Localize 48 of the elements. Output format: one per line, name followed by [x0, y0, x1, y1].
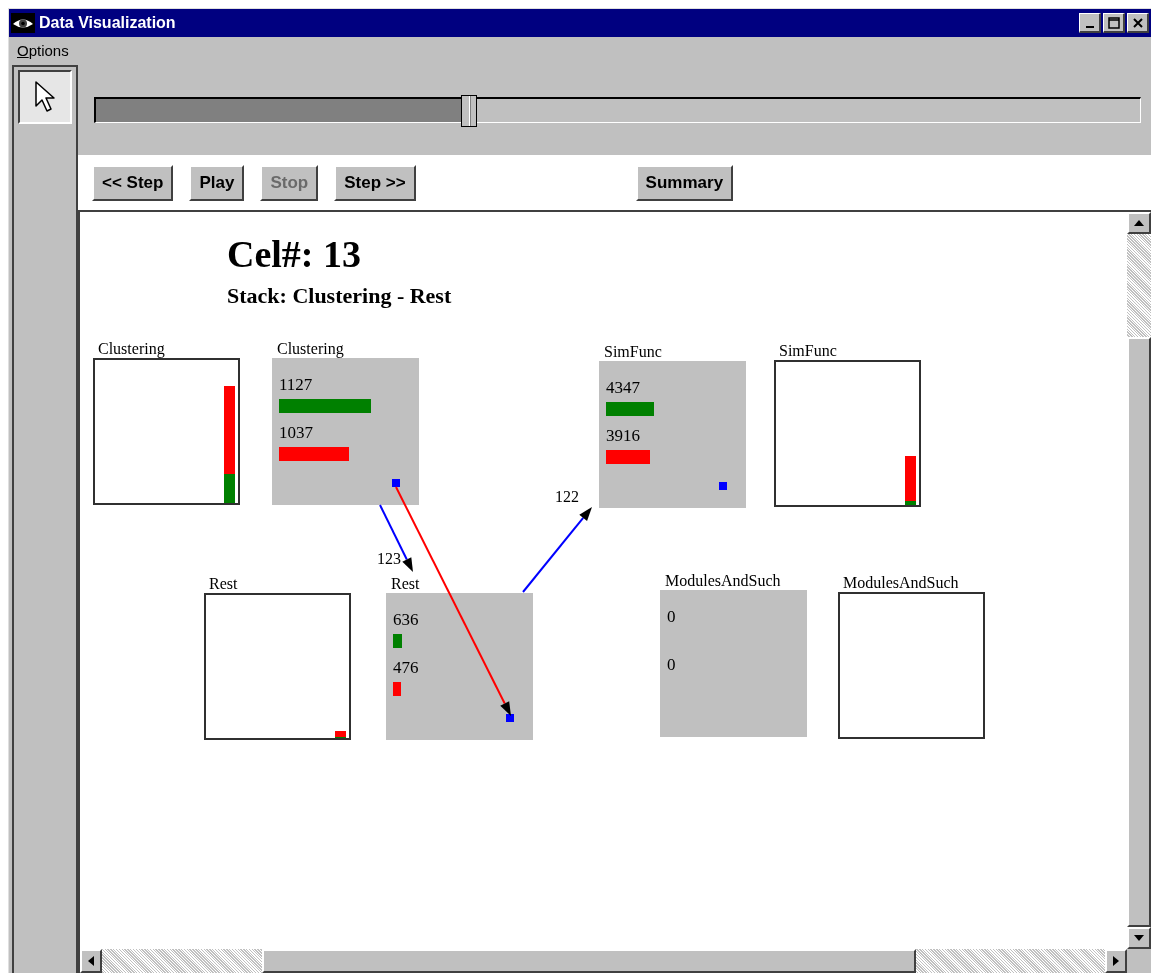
pointer-tool-button[interactable]	[18, 70, 72, 124]
close-button[interactable]	[1127, 13, 1149, 33]
up-arrow-icon	[1134, 220, 1144, 226]
window-title: Data Visualization	[39, 13, 176, 33]
count-value: 1127	[279, 376, 313, 394]
vertical-scrollbar[interactable]	[1127, 212, 1151, 949]
down-arrow-icon	[1134, 935, 1144, 941]
node-label: Rest	[209, 575, 238, 592]
toolbar-button[interactable]: Step >>	[334, 164, 416, 201]
slider-thumb[interactable]	[461, 95, 478, 127]
cel-heading: Cel#: 13	[227, 233, 362, 275]
scrollbar-thumb[interactable]	[1127, 337, 1151, 927]
count-value: 1037	[279, 424, 313, 442]
node-label: SimFunc	[779, 342, 837, 359]
count-value: 636	[393, 611, 419, 629]
minimize-icon	[1085, 25, 1094, 28]
pointer-icon	[34, 80, 56, 114]
scrollbar-thumb[interactable]	[262, 949, 916, 973]
count-value: 4347	[606, 379, 640, 397]
close-icon	[1131, 16, 1144, 29]
menu-item[interactable]: Options	[17, 39, 69, 63]
node-label: ModulesAndSuch	[665, 572, 781, 589]
count-value: 476	[393, 659, 419, 677]
node-label: SimFunc	[604, 343, 662, 360]
node-label: Rest	[391, 575, 420, 592]
toolbar-button[interactable]: Play	[189, 164, 245, 201]
node-label: ModulesAndSuch	[843, 574, 959, 591]
scroll-up-button[interactable]	[1127, 212, 1151, 234]
scroll-left-button[interactable]	[80, 949, 102, 973]
node-label: Clustering	[98, 340, 165, 357]
toolbar-button[interactable]: Summary	[635, 164, 734, 201]
edge-label: 123	[377, 550, 401, 567]
edge-label: 122	[555, 488, 579, 505]
horizontal-scrollbar[interactable]	[80, 949, 1151, 973]
stack-heading: Stack: Clustering - Rest	[227, 284, 452, 308]
maximize-icon	[1107, 16, 1120, 29]
scroll-right-button[interactable]	[1105, 949, 1127, 973]
count-value: 3916	[606, 427, 640, 445]
eye-icon	[11, 13, 35, 33]
scroll-down-button[interactable]	[1127, 927, 1151, 949]
count-value: 0	[667, 656, 676, 674]
node-label: Clustering	[277, 340, 344, 357]
maximize-button[interactable]	[1103, 13, 1125, 33]
left-arrow-icon	[88, 956, 94, 966]
right-arrow-icon	[1113, 956, 1119, 966]
minimize-button[interactable]	[1079, 13, 1101, 33]
count-value: 0	[667, 608, 676, 626]
toolbar-button[interactable]: << Step	[92, 164, 174, 201]
